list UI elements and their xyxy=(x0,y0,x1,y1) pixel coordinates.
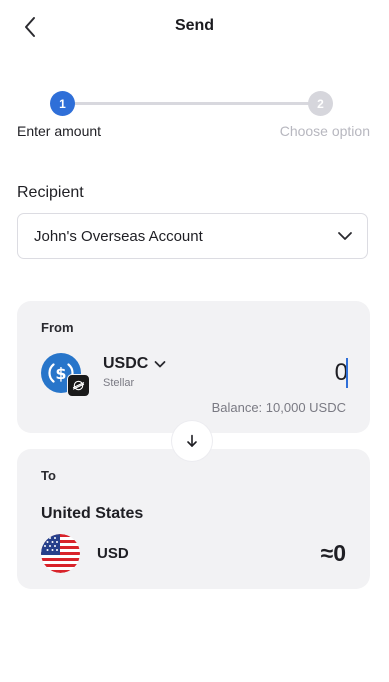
send-amount-input[interactable] xyxy=(198,356,348,390)
us-flag-icon xyxy=(41,534,80,573)
recipient-selected-value: John's Overseas Account xyxy=(34,228,203,245)
svg-text:$: $ xyxy=(55,364,66,383)
stepper-track xyxy=(62,102,321,105)
text-caret xyxy=(346,358,348,388)
destination-currency: USD xyxy=(97,545,129,562)
from-card: From $ USDC Stellar Balance: 10,000 USDC xyxy=(17,301,370,433)
swap-direction-button[interactable] xyxy=(172,421,212,461)
step-1-indicator: 1 xyxy=(50,91,75,116)
converted-amount: ≈0 xyxy=(320,540,346,566)
from-title: From xyxy=(41,320,74,335)
destination-country: United States xyxy=(41,505,144,522)
progress-stepper: 1 2 Enter amount Choose option xyxy=(0,90,389,150)
step-2-indicator: 2 xyxy=(308,91,333,116)
step-1-label: Enter amount xyxy=(17,123,102,139)
token-network: Stellar xyxy=(103,377,135,389)
page-title: Send xyxy=(174,17,215,34)
token-selector[interactable]: USDC xyxy=(103,355,166,373)
step-2-label: Choose option xyxy=(279,123,370,139)
arrow-down-icon xyxy=(187,434,197,447)
chevron-down-icon xyxy=(154,360,166,367)
recipient-dropdown[interactable]: John's Overseas Account xyxy=(17,213,368,259)
chevron-down-icon xyxy=(338,232,352,240)
stellar-icon xyxy=(67,374,90,397)
recipient-label: Recipient xyxy=(17,184,84,201)
to-title: To xyxy=(41,468,56,483)
to-card: To United States USD ≈0 xyxy=(17,449,370,589)
header: Send xyxy=(0,0,389,56)
token-symbol: USDC xyxy=(103,355,149,372)
balance-text: Balance: 10,000 USDC xyxy=(211,400,346,415)
